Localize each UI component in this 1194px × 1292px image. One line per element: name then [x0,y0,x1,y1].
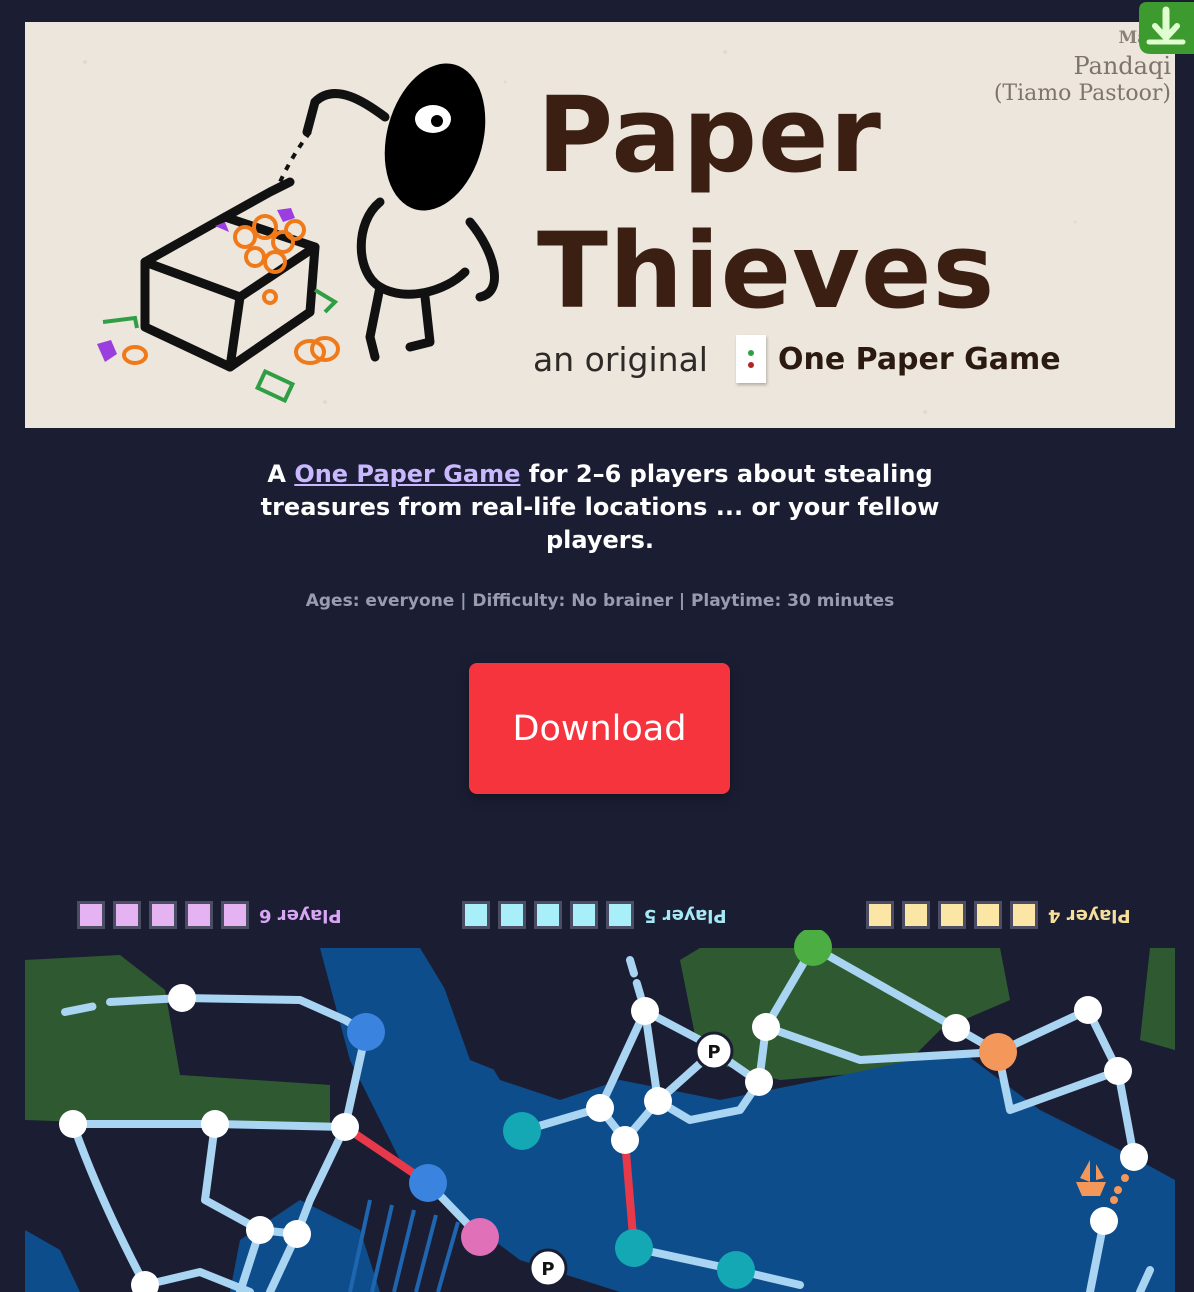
player-5-track: Player 5 [462,898,727,932]
score-box [221,901,249,929]
intro-prefix: A [267,460,295,488]
score-box [498,901,526,929]
player-label: Player 6 [259,904,342,926]
parking-label: P [541,1259,554,1280]
player-4-track: Player 4 [866,898,1131,932]
score-box [1010,901,1038,929]
game-meta-info: Ages: everyone | Difficulty: No brainer … [305,591,895,611]
one-paper-game-logo-icon [735,335,766,383]
player-6-track: Player 6 [77,898,342,932]
score-box [113,901,141,929]
player-label: Player 4 [1048,904,1131,926]
subtitle-brand: One Paper Game [777,341,1061,377]
download-badge-icon[interactable] [1139,2,1194,54]
subtitle: an original One Paper Game [533,334,1061,384]
one-paper-game-link[interactable]: One Paper Game [294,460,520,488]
title-thieves: Thieves [537,210,996,332]
score-box [149,901,177,929]
title-paper: Paper [537,74,882,196]
score-box [866,901,894,929]
header-banner: Paper Thieves an original One Paper Game… [25,22,1175,428]
player-label: Player 5 [644,904,727,926]
game-board-map: P P [25,930,1175,1292]
score-box [462,901,490,929]
score-box [185,901,213,929]
download-button[interactable]: Download [469,663,730,794]
credit-name: Pandaqi [1073,52,1171,80]
score-box [938,901,966,929]
score-box [902,901,930,929]
parking-label: P [707,1042,720,1063]
game-description: A One Paper Game for 2–6 players about s… [250,458,950,557]
score-box [570,901,598,929]
subtitle-prefix: an original [533,339,708,379]
score-box [606,901,634,929]
credit-author: (Tiamo Pastoor) [993,81,1171,106]
score-box [974,901,1002,929]
score-box [534,901,562,929]
score-box [77,901,105,929]
